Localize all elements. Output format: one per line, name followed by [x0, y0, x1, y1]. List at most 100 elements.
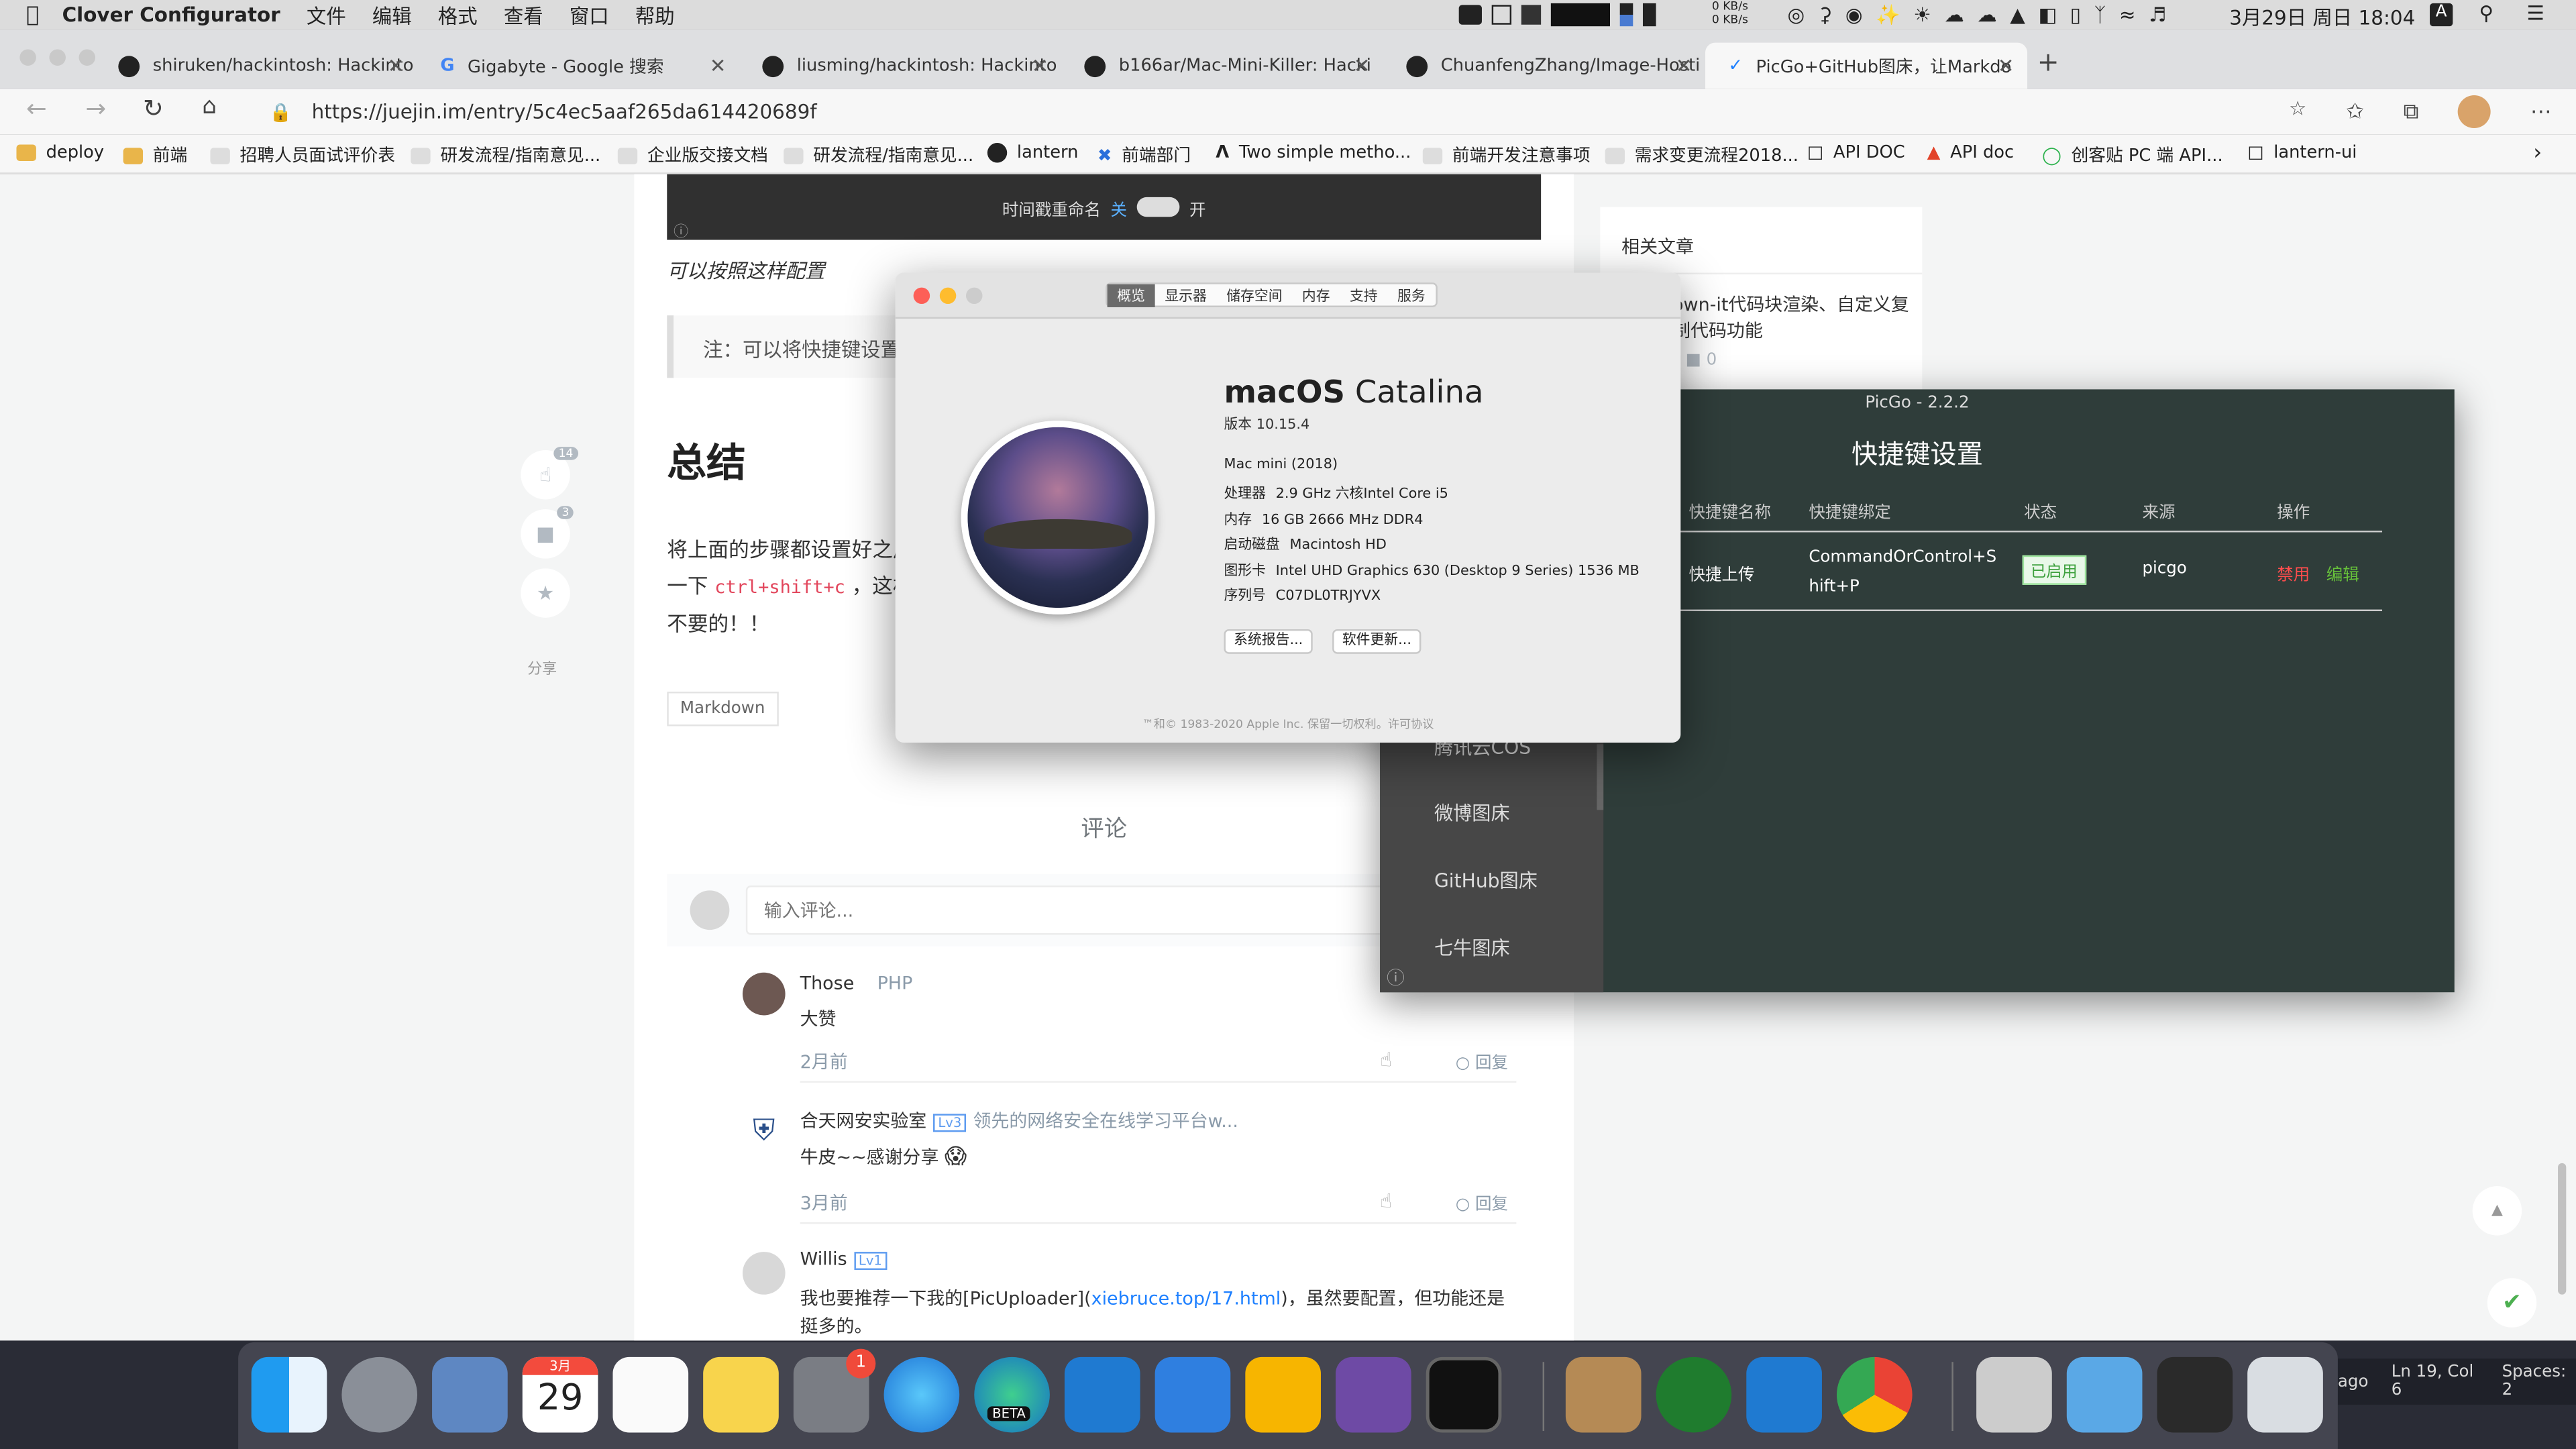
close-tab-icon[interactable]: ✕	[710, 54, 727, 77]
screenshot-stack-icon[interactable]	[2157, 1356, 2233, 1433]
shield-check-icon[interactable]: ✔	[2487, 1278, 2537, 1328]
address-bar[interactable]: 🔒 https://juejin.im/entry/5c4ec5aaf265da…	[250, 95, 2320, 128]
bookmark-item[interactable]: ✖ 前端部门	[1097, 143, 1191, 168]
tab-displays[interactable]: 显示器	[1155, 283, 1217, 306]
info-icon[interactable]: ⓘ	[1387, 965, 1405, 991]
author-name[interactable]: Willis	[800, 1248, 847, 1270]
favorites-icon[interactable]: ✩	[2346, 99, 2364, 124]
status-app-icon[interactable]	[1458, 5, 1482, 25]
bookmark-item[interactable]: 研发流程/指南意见...	[411, 143, 600, 168]
close-tab-icon[interactable]: ✕	[1998, 54, 2015, 77]
tab-storage[interactable]: 储存空间	[1217, 283, 1293, 306]
cpu-graph-icon[interactable]	[1550, 3, 1611, 27]
bookmark-item[interactable]: 企业版交接文档	[617, 143, 768, 168]
forward-icon[interactable]: →	[85, 94, 106, 123]
bookmark-item[interactable]: deploy	[16, 143, 104, 162]
more-icon[interactable]: ⋯	[2530, 99, 2552, 124]
system-preferences-icon[interactable]: 1	[793, 1348, 876, 1433]
mail-icon[interactable]	[432, 1356, 508, 1433]
chrome-icon[interactable]	[1836, 1356, 1913, 1433]
cursor-position[interactable]: Ln 19, Col 6	[2392, 1364, 2482, 1400]
github-desktop-icon[interactable]	[1336, 1356, 1411, 1433]
sketch-icon[interactable]	[1245, 1356, 1321, 1433]
cloud-icon[interactable]: ☁	[1944, 3, 1964, 26]
browser-tab[interactable]: shiruken/hackintosh: Hackinto ✕	[95, 43, 417, 89]
folder-icon[interactable]	[2066, 1356, 2143, 1433]
bookmark-item[interactable]: 需求变更流程2018...	[1605, 143, 1799, 168]
home-icon[interactable]: ⌂	[202, 94, 217, 120]
like-icon[interactable]: ☝	[1380, 1189, 1392, 1212]
menu-edit[interactable]: 编辑	[372, 1, 412, 29]
related-item[interactable]: own-it代码块渲染、自定义复制代码功能	[1672, 292, 1913, 345]
bookmark-item[interactable]: 招聘人员面试评价表	[210, 143, 395, 168]
scrollbar-thumb[interactable]	[1597, 744, 1604, 810]
launchpad-icon[interactable]	[341, 1356, 418, 1433]
safari-icon[interactable]	[883, 1356, 960, 1433]
calendar-icon[interactable]: 3月 29	[522, 1356, 598, 1433]
disk-icon[interactable]	[1642, 3, 1656, 27]
vscode-icon[interactable]	[1064, 1356, 1140, 1433]
reload-icon[interactable]: ↻	[143, 94, 164, 123]
indent-setting[interactable]: Spaces: 2	[2502, 1364, 2576, 1400]
edit-button[interactable]: 编辑	[2326, 560, 2359, 585]
tab-service[interactable]: 服务	[1387, 283, 1435, 306]
wifi-icon[interactable]: ≈	[2119, 3, 2136, 26]
author-name[interactable]: 合天网安实验室	[800, 1111, 927, 1132]
bookmark-item[interactable]: Λ Two simple metho...	[1216, 143, 1411, 162]
menu-item-github[interactable]: GitHub图床	[1434, 867, 1538, 894]
disable-button[interactable]: 禁用	[2277, 560, 2310, 585]
close-tab-icon[interactable]: ✕	[1354, 54, 1371, 77]
vscode-icon[interactable]	[1746, 1356, 1822, 1433]
chevron-right-icon[interactable]: ›	[2533, 142, 2542, 166]
scrollbar-thumb[interactable]	[2558, 1163, 2567, 1295]
todo-icon[interactable]	[1155, 1356, 1231, 1433]
archive-utility-icon[interactable]	[1565, 1356, 1642, 1433]
shield-avatar[interactable]: ⛨	[742, 1110, 786, 1154]
battery-icon[interactable]: ▯	[2070, 3, 2081, 26]
bookmark-item[interactable]: lantern	[987, 143, 1078, 163]
pin-icon[interactable]: ⚳	[1818, 3, 1833, 26]
software-update-button[interactable]: 软件更新...	[1332, 629, 1421, 654]
author-name[interactable]: Those	[800, 973, 855, 994]
comment-link[interactable]: xiebruce.top/17.html	[1091, 1288, 1281, 1309]
close-tab-icon[interactable]: ✕	[388, 54, 405, 77]
volume-icon[interactable]: ♬	[2149, 3, 2166, 26]
menu-item-weibo[interactable]: 微博图床	[1434, 800, 1510, 826]
eyedropper-icon[interactable]: ✨	[1876, 3, 1900, 26]
star-icon[interactable]: ★	[521, 568, 570, 618]
like-icon[interactable]: ☝	[1380, 1048, 1392, 1071]
avatar[interactable]	[742, 1252, 786, 1295]
apple-icon[interactable]: 	[26, 3, 39, 28]
close-tab-icon[interactable]: ✕	[1032, 54, 1049, 77]
terminal-icon[interactable]	[1426, 1356, 1502, 1433]
close-window-button[interactable]	[913, 287, 930, 305]
bookmark-item[interactable]: 前端	[123, 143, 187, 168]
bookmark-item[interactable]: ▲ API doc	[1927, 143, 2015, 162]
star-icon[interactable]: ☆	[2289, 97, 2306, 119]
window-icon[interactable]	[1491, 5, 1512, 25]
edge-beta-icon[interactable]: BETA	[974, 1356, 1050, 1433]
back-icon[interactable]: ←	[26, 94, 47, 123]
bluetooth-icon[interactable]: ᛉ	[2094, 3, 2106, 26]
installer-icon[interactable]	[1976, 1356, 2052, 1433]
new-tab-icon[interactable]: +	[2037, 46, 2059, 78]
avatar[interactable]	[742, 972, 786, 1016]
shield-icon[interactable]: ▲	[2010, 3, 2025, 26]
menu-help[interactable]: 帮助	[635, 1, 675, 29]
clover-configurator-icon[interactable]	[1656, 1356, 1732, 1433]
system-report-button[interactable]: 系统报告...	[1224, 629, 1313, 654]
clock[interactable]: 3月29日 周日 18:04	[2229, 3, 2415, 32]
close-tab-icon[interactable]: ✕	[1676, 54, 1693, 77]
bookmark-item[interactable]: 研发流程/指南意见...	[784, 143, 973, 168]
notification-icon[interactable]: ☰	[2527, 1, 2544, 24]
brightness-icon[interactable]: ☀	[1913, 3, 1931, 26]
menu-file[interactable]: 文件	[307, 1, 346, 29]
avatar[interactable]	[2458, 95, 2491, 129]
browser-tab-active[interactable]: ✓ PicGo+GitHub图床，让Markdo ✕	[1705, 42, 2028, 89]
minimize-window-button[interactable]	[49, 49, 66, 66]
app-menu[interactable]: Clover Configurator	[62, 3, 280, 26]
input-source[interactable]: A	[2430, 3, 2453, 27]
memory-icon[interactable]	[1619, 3, 1633, 27]
upload-cloud-icon[interactable]: ☁	[1977, 3, 1996, 26]
zoom-window-button[interactable]	[78, 49, 96, 66]
